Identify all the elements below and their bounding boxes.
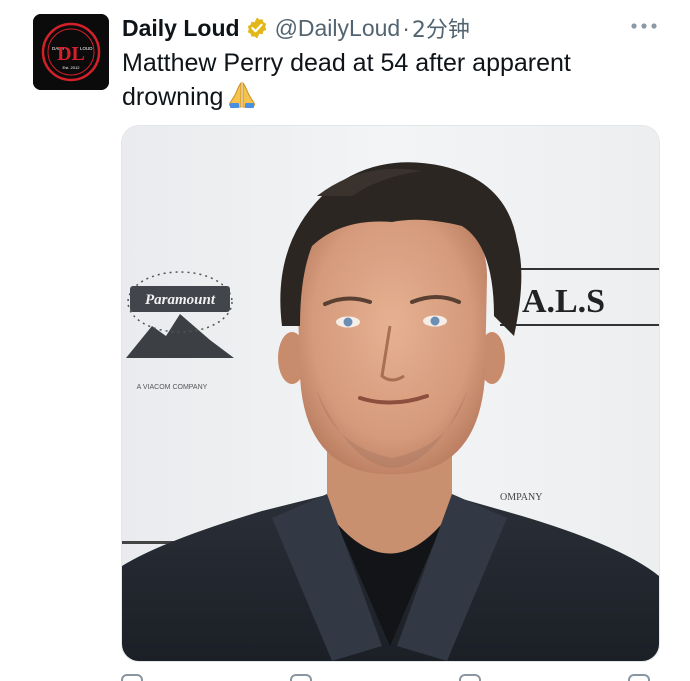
paramount-logo-text: Paramount xyxy=(145,292,216,308)
retweet-button[interactable] xyxy=(290,672,320,681)
tweet-body: Matthew Perry dead at 54 after apparent … xyxy=(122,49,571,111)
photo-image: Paramount A VIACOM COMPANY t A.L.S OMPAN… xyxy=(122,126,659,661)
retweet-icon xyxy=(290,674,312,681)
verified-badge-icon xyxy=(245,16,269,40)
reply-icon xyxy=(121,674,143,681)
tweet-card[interactable]: DAILY LOUD DL Est. 2012 Daily Loud @Dail… xyxy=(0,0,690,681)
tweet-text: Matthew Perry dead at 54 after apparent … xyxy=(122,46,642,114)
tweet-timestamp[interactable]: 2分钟 xyxy=(412,12,470,44)
tweet-actions xyxy=(121,672,658,681)
author-avatar[interactable]: DAILY LOUD DL Est. 2012 xyxy=(33,14,109,90)
folded-hands-emoji-icon xyxy=(227,81,257,109)
like-icon xyxy=(459,674,481,681)
reply-button[interactable] xyxy=(121,672,151,681)
daily-loud-logo-icon: DAILY LOUD DL Est. 2012 xyxy=(33,14,109,90)
author-handle[interactable]: @DailyLoud xyxy=(275,15,401,42)
header-separator: · xyxy=(402,14,410,41)
tweet-header: Daily Loud @DailyLoud · 2分钟 xyxy=(122,12,470,44)
avatar-logo-monogram: DL xyxy=(57,43,85,65)
views-button[interactable] xyxy=(628,672,658,681)
tweet-photo[interactable]: Paramount A VIACOM COMPANY t A.L.S OMPAN… xyxy=(121,125,660,662)
backdrop-corner-text: OMPANY xyxy=(500,492,542,503)
more-horizontal-icon xyxy=(631,23,657,29)
author-display-name[interactable]: Daily Loud xyxy=(122,15,240,42)
more-options-button[interactable] xyxy=(628,13,660,39)
like-button[interactable] xyxy=(459,672,489,681)
avatar-logo-bottom: Est. 2012 xyxy=(63,65,81,70)
paramount-tagline: A VIACOM COMPANY xyxy=(137,384,208,391)
views-icon xyxy=(628,674,650,681)
